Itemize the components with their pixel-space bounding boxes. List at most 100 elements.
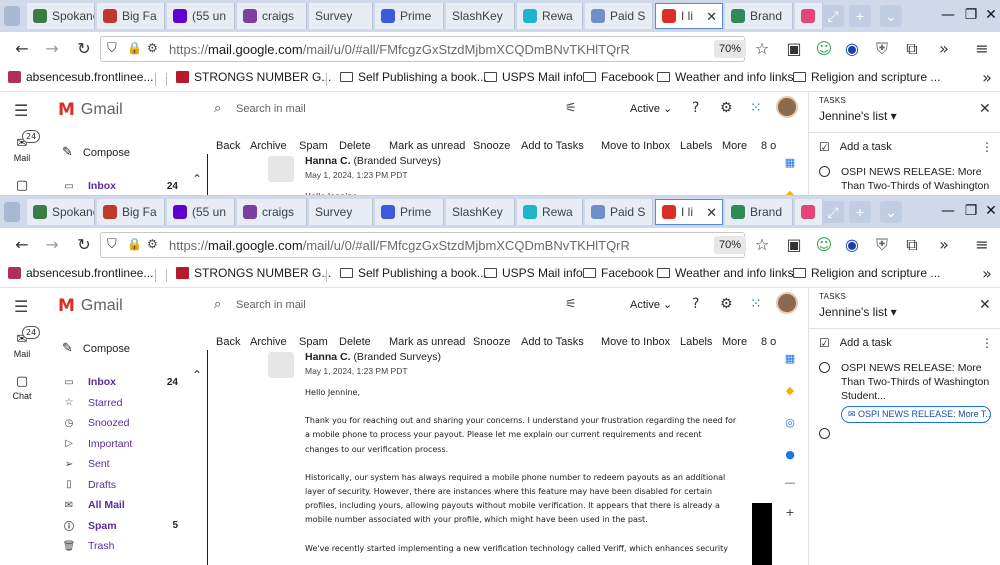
bookmarks-overflow-icon[interactable]: »	[975, 66, 999, 90]
bookmark-item[interactable]: Religion and scripture ...	[793, 70, 940, 84]
zoom-level-badge[interactable]: 70%	[714, 40, 746, 58]
sender-name[interactable]: Hanna C.	[305, 155, 351, 167]
more-button[interactable]: More	[722, 336, 747, 348]
extension-shield-icon[interactable]: ⛨	[870, 233, 894, 257]
url-text[interactable]: https://mail.google.com/mail/u/0/#all/FM…	[169, 238, 709, 253]
address-bar[interactable]: ⛉ 🔒 ⚙ https://mail.google.com/mail/u/0/#…	[100, 36, 746, 62]
task-list-dropdown[interactable]: Jennine's list ▾	[819, 109, 897, 123]
browser-tab[interactable]: (55 un	[167, 199, 235, 225]
browser-tab[interactable]: Brand	[725, 199, 793, 225]
pane-divider[interactable]	[207, 350, 208, 565]
extension-smiley-icon[interactable]: ☺	[812, 37, 836, 61]
folder-item[interactable]: ▯ Drafts	[58, 475, 208, 496]
browser-tab[interactable]: Rewa	[517, 3, 583, 29]
apps-grid-icon[interactable]: ⁙	[750, 100, 762, 116]
keep-icon[interactable]: ◆	[783, 384, 797, 398]
shield-icon[interactable]: ⛉	[107, 41, 117, 56]
close-icon[interactable]: ✕	[979, 297, 991, 313]
search-options-icon[interactable]: ⚟	[565, 101, 577, 116]
calendar-icon[interactable]: ▦	[783, 156, 797, 170]
bookmark-star-icon[interactable]: ☆	[750, 233, 774, 257]
tab-list-button[interactable]: ⌄	[880, 5, 902, 27]
browser-tab[interactable]: craigs	[237, 199, 307, 225]
bookmark-item[interactable]: absencesub.frontlinee...	[8, 266, 153, 280]
tasks-more-icon[interactable]: ⋮	[981, 140, 993, 154]
folder-item[interactable]: ✉ All Mail	[58, 495, 208, 516]
account-avatar[interactable]	[776, 292, 798, 314]
task-complete-radio[interactable]	[819, 428, 830, 439]
url-text[interactable]: https://mail.google.com/mail/u/0/#all/FM…	[169, 42, 709, 57]
snooze-button[interactable]: Snooze	[473, 336, 510, 348]
spam-button[interactable]: Spam	[299, 140, 328, 152]
bookmark-item[interactable]: USPS Mail info	[484, 266, 583, 280]
bookmark-item[interactable]: Facebook	[583, 70, 654, 84]
gmail-logo[interactable]: M Gmail	[58, 100, 123, 120]
minimize-icon[interactable]: —	[937, 200, 959, 222]
tab-close-icon[interactable]: ✕	[706, 9, 717, 25]
browser-tab[interactable]: Big Fa	[97, 199, 165, 225]
back-arrow-icon[interactable]: ←	[10, 233, 34, 257]
extension-globe-icon[interactable]: ◉	[840, 37, 864, 61]
browser-tab[interactable]: Big Fa	[97, 3, 165, 29]
delete-button[interactable]: Delete	[339, 140, 371, 152]
rail-chat[interactable]: ▢ Chat	[0, 374, 44, 401]
task-complete-radio[interactable]	[819, 362, 830, 373]
new-tab-button[interactable]: +	[849, 5, 871, 27]
close-window-icon[interactable]: ✕	[980, 200, 1000, 222]
bookmark-item[interactable]: Religion and scripture ...	[793, 266, 940, 280]
add-task-button[interactable]: ☑ Add a task	[819, 140, 892, 154]
tasks-icon[interactable]: ◎	[783, 416, 797, 430]
tab-list-button[interactable]: ⌄	[880, 201, 902, 223]
contacts-icon[interactable]: ●	[783, 448, 797, 462]
bookmark-star-icon[interactable]: ☆	[750, 37, 774, 61]
browser-tab[interactable]: Paid S	[585, 3, 653, 29]
folder-item[interactable]: ▷ Important	[58, 434, 208, 455]
collapse-chevron-icon[interactable]: ⌃	[192, 172, 202, 186]
back-button[interactable]: Back	[216, 336, 240, 348]
browser-tab[interactable]: I li ✕	[655, 3, 723, 29]
task-complete-radio[interactable]	[819, 166, 830, 177]
bookmark-item[interactable]: Self Publishing a book...	[340, 266, 487, 280]
app-menu-icon[interactable]: ≡	[970, 37, 994, 61]
account-avatar[interactable]	[776, 96, 798, 118]
more-button[interactable]: More	[722, 140, 747, 152]
calendar-icon[interactable]: ▦	[783, 352, 797, 366]
browser-tab[interactable]: Brand	[725, 3, 793, 29]
help-icon[interactable]: ?	[692, 100, 699, 116]
move-to-inbox-button[interactable]: Move to Inbox	[601, 336, 670, 348]
back-arrow-icon[interactable]: ←	[10, 37, 34, 61]
settings-gear-icon[interactable]: ⚙	[720, 100, 733, 116]
add-addon-icon[interactable]: +	[783, 506, 797, 520]
search-bar[interactable]: ⌕ Search in mail	[210, 97, 590, 123]
restore-icon[interactable]: ❐	[960, 200, 982, 222]
extensions-puzzle-icon[interactable]: ⧉	[900, 233, 924, 257]
search-icon[interactable]: ⌕	[214, 297, 221, 312]
sender-line[interactable]: Hanna C. (Branded Surveys)	[305, 155, 441, 167]
collapse-chevron-icon[interactable]: ⌃	[192, 368, 202, 382]
tab-overview-button[interactable]: ⤢	[822, 201, 844, 223]
restore-icon[interactable]: ❐	[960, 4, 982, 26]
gmail-logo[interactable]: M Gmail	[58, 296, 123, 316]
folder-item[interactable]: ➢ Sent	[58, 454, 208, 475]
pane-divider[interactable]	[207, 154, 208, 200]
tab-overview-button[interactable]: ⤢	[822, 5, 844, 27]
status-dropdown[interactable]: Active ⌄	[630, 298, 672, 311]
sender-line[interactable]: Hanna C. (Branded Surveys)	[305, 351, 441, 363]
shield-icon[interactable]: ⛉	[107, 237, 117, 252]
bookmark-item[interactable]: USPS Mail info	[484, 70, 583, 84]
compose-button[interactable]: ✎ Compose	[62, 341, 130, 356]
search-bar[interactable]: ⌕ Search in mail	[210, 293, 590, 319]
minimize-icon[interactable]: —	[937, 4, 959, 26]
window-menu-button[interactable]	[4, 6, 20, 26]
main-menu-icon[interactable]: ☰	[14, 101, 28, 120]
app-menu-icon[interactable]: ≡	[970, 233, 994, 257]
forward-arrow-icon[interactable]: →	[40, 233, 64, 257]
extension-shield-icon[interactable]: ⛨	[870, 37, 894, 61]
window-menu-button[interactable]	[4, 202, 20, 222]
browser-tab[interactable]	[795, 3, 823, 29]
browser-tab[interactable]: craigs	[237, 3, 307, 29]
labels-button[interactable]: Labels	[680, 140, 712, 152]
browser-tab[interactable]: Prime	[375, 3, 444, 29]
browser-tab[interactable]: Prime	[375, 199, 444, 225]
search-icon[interactable]: ⌕	[214, 101, 221, 116]
